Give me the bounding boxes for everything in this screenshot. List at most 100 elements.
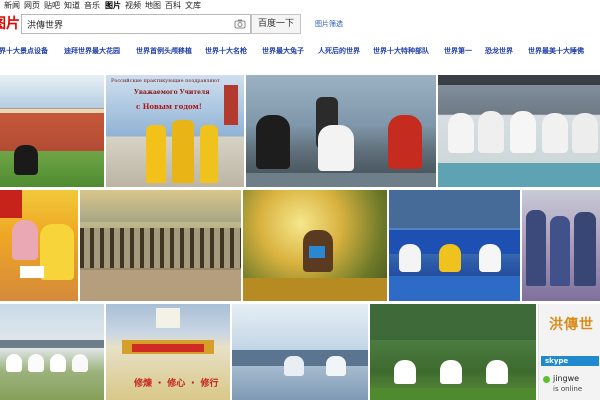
mat	[438, 163, 600, 187]
suggestion-item[interactable]: 人死后的世界	[318, 46, 360, 56]
card-title: 洪傳世	[549, 317, 594, 333]
image-result[interactable]	[522, 190, 600, 301]
suggestion-item[interactable]: 迪拜世界最大花园	[64, 46, 120, 56]
performer-figure	[172, 120, 194, 183]
image-result[interactable]: 洪傳世 skype jingwe is online	[538, 304, 600, 400]
shore	[246, 173, 436, 187]
contact-name: jingwe	[553, 374, 580, 383]
image-result[interactable]	[389, 190, 520, 301]
book	[20, 266, 44, 278]
child-figure	[550, 216, 570, 286]
meditator-figure	[542, 113, 568, 153]
ground	[80, 270, 241, 301]
meditator-figure	[572, 113, 598, 153]
image-result[interactable]	[246, 75, 436, 187]
meditator-figure	[28, 354, 44, 372]
search-box	[21, 14, 251, 34]
nav-baike[interactable]: 百科	[165, 1, 181, 11]
meditator-figure	[486, 360, 508, 384]
camera-icon[interactable]	[234, 18, 246, 30]
meditator-figure	[478, 111, 504, 153]
meditator-figure	[448, 113, 474, 153]
meditator-figure	[394, 360, 416, 384]
nav-map[interactable]: 地图	[145, 1, 161, 11]
suggestion-item[interactable]: 恐龙世界	[485, 46, 513, 56]
meditator-figure	[399, 244, 421, 272]
building-arches	[0, 109, 104, 113]
filter-label: 图片筛选	[315, 20, 343, 28]
trees	[389, 190, 520, 228]
meditator-figure	[14, 145, 38, 175]
child-figure	[526, 210, 546, 286]
meditator-figure	[439, 244, 461, 272]
nav-news[interactable]: 新闻	[4, 1, 20, 11]
nav-tieba[interactable]: 贴吧	[44, 1, 60, 11]
image-caption: 修煉 ‧ 修心 ‧ 修行	[134, 379, 219, 389]
suggestion-item[interactable]: 世界第一	[444, 46, 472, 56]
meditator-figure	[256, 115, 290, 169]
mountains	[0, 340, 104, 348]
image-caption: с Новым годом!	[136, 102, 202, 111]
image-result[interactable]	[0, 304, 104, 400]
book	[309, 246, 325, 258]
memorial-hall	[156, 308, 180, 328]
performer-figure	[200, 125, 218, 183]
nav-video[interactable]: 视频	[125, 1, 141, 11]
search-input[interactable]	[22, 15, 232, 33]
online-status-icon	[543, 376, 550, 383]
nav-images[interactable]: 图片	[105, 1, 121, 11]
suggestion-item[interactable]: 世界十大特种部队	[373, 46, 429, 56]
child-figure	[40, 224, 74, 280]
meditator-figure	[440, 360, 462, 384]
sky	[80, 190, 241, 222]
crowd-rows	[80, 228, 241, 268]
trees	[370, 304, 536, 340]
nav-web[interactable]: 网页	[24, 1, 40, 11]
related-searches: 世界十大景点设备 迪拜世界最大花园 世界首例头颅移植 世界十大名枪 世界最大兔子…	[0, 41, 600, 61]
image-result[interactable]	[0, 75, 104, 187]
meditator-figure	[72, 354, 88, 372]
meditator-figure	[510, 111, 536, 153]
suggestion-item[interactable]: 世界最美十大睡佛	[528, 46, 584, 56]
image-result[interactable]	[438, 75, 600, 187]
meditator-figure	[479, 244, 501, 272]
meditator-figure	[284, 356, 304, 376]
nav-wenku[interactable]: 文库	[185, 1, 201, 11]
skype-bar: skype	[541, 356, 599, 366]
suggestion-item[interactable]: 世界十大名枪	[205, 46, 247, 56]
tent-roof	[438, 75, 600, 85]
logo-text: 图片	[0, 16, 20, 32]
performer-figure	[146, 125, 166, 183]
logo[interactable]: 图片	[0, 13, 20, 35]
image-result[interactable]	[243, 190, 387, 301]
flowers	[243, 278, 387, 301]
kremlin-tower	[224, 85, 238, 125]
suggestion-item[interactable]: 世界最大兔子	[262, 46, 304, 56]
child-figure	[574, 212, 596, 286]
search-button[interactable]: 百度一下	[251, 14, 301, 34]
meditator-figure	[318, 125, 354, 171]
child-figure	[12, 220, 38, 260]
image-caption: Уважаемого Учителя	[134, 89, 210, 96]
grass	[370, 388, 536, 400]
mat	[389, 276, 520, 301]
meditator-figure	[50, 354, 66, 372]
crowd-formation	[132, 344, 204, 352]
suggestion-item[interactable]: 世界首例头颅移植	[136, 46, 192, 56]
nav-zhidao[interactable]: 知道	[64, 1, 80, 11]
contact-status: is online	[553, 385, 583, 393]
image-result[interactable]	[80, 190, 241, 301]
image-result[interactable]	[0, 190, 78, 301]
meditator-figure	[6, 354, 22, 372]
filter-link[interactable]: 图片筛选	[315, 19, 343, 29]
image-result[interactable]: Российские практикующие поздравляют Уваж…	[106, 75, 244, 187]
nav-music[interactable]: 音乐	[84, 1, 100, 11]
skype-label: skype	[545, 357, 569, 365]
image-result[interactable]: 修煉 ‧ 修心 ‧ 修行	[106, 304, 230, 400]
meditator-figure	[388, 115, 422, 169]
banner	[0, 190, 22, 218]
suggestion-item[interactable]: 世界十大景点设备	[0, 46, 48, 56]
image-result[interactable]	[232, 304, 368, 400]
top-nav: 新闻 网页 贴吧 知道 音乐 图片 视频 地图 百科 文库	[0, 0, 600, 12]
image-result[interactable]	[370, 304, 536, 400]
